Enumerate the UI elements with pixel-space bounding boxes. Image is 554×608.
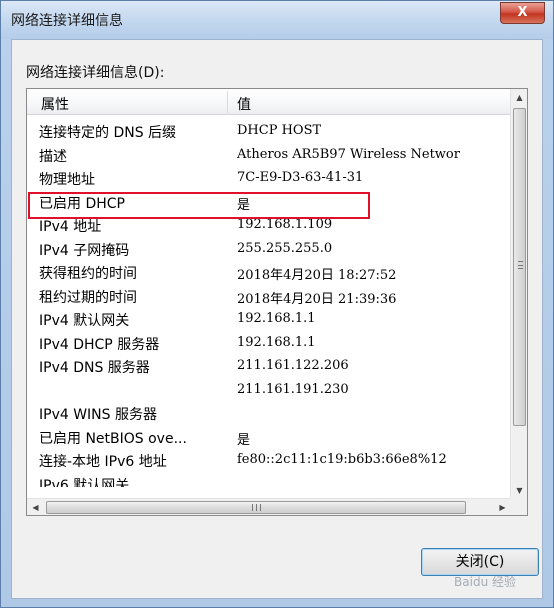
- list-item[interactable]: 描述 Atheros AR5B97 Wireless Networ: [27, 144, 511, 168]
- horizontal-scrollbar[interactable]: ◀ ▶: [27, 498, 511, 515]
- property-cell: 已启用 NetBIOS ove...: [39, 430, 187, 447]
- value-cell: 192.168.1.1: [237, 311, 316, 326]
- list-item[interactable]: 连接特定的 DNS 后缀 DHCP HOST: [27, 120, 511, 144]
- value-cell: 192.168.1.1: [237, 334, 316, 350]
- window-title: 网络连接详细信息: [11, 13, 123, 29]
- scroll-up-arrow-icon[interactable]: ▲: [511, 89, 527, 106]
- list-item[interactable]: IPv4 DNS 服务器 211.161.122.206: [27, 355, 511, 379]
- list-header: 属性 值: [27, 89, 511, 115]
- property-cell: IPv4 地址: [39, 219, 102, 235]
- grip-icon: [252, 504, 261, 511]
- dialog-window: 网络连接详细信息 X 网络连接详细信息(D): 属性 值 连接特定的 DNS 后…: [0, 0, 554, 608]
- list-item[interactable]: IPv4 WINS 服务器: [27, 402, 511, 426]
- list-item[interactable]: 物理地址 7C-E9-D3-63-41-31: [27, 167, 511, 191]
- list-item[interactable]: IPv4 地址 192.168.1.109: [27, 214, 511, 238]
- window-close-button[interactable]: X: [500, 2, 545, 24]
- list-item[interactable]: IPv4 DHCP 服务器 192.168.1.1: [27, 332, 511, 356]
- property-cell: 已启用 DHCP: [39, 195, 125, 212]
- list-item[interactable]: 已启用 NetBIOS ove... 是: [27, 426, 511, 450]
- value-cell: fe80::2c11:1c19:b6b3:66e8%12: [237, 452, 447, 467]
- value-cell: 2018年4月20日 21:39:36: [237, 291, 397, 307]
- property-cell: 物理地址: [39, 172, 95, 188]
- value-cell: Atheros AR5B97 Wireless Networ: [237, 146, 460, 162]
- details-label: 网络连接详细信息(D):: [26, 65, 165, 81]
- property-cell: IPv6 默认网关: [39, 477, 130, 487]
- list-item[interactable]: 连接-本地 IPv6 地址 fe80::2c11:1c19:b6b3:66e8%1…: [27, 449, 511, 473]
- list-rows: 连接特定的 DNS 后缀 DHCP HOST 描述 Atheros AR5B97 Wi…: [27, 120, 511, 487]
- value-cell: 是: [237, 432, 251, 448]
- property-cell: 连接特定的 DNS 后缀: [39, 125, 177, 141]
- property-cell: 获得租约的时间: [39, 266, 137, 282]
- list-item[interactable]: IPv6 默认网关: [27, 473, 511, 487]
- horizontal-scroll-thumb[interactable]: [46, 501, 466, 514]
- property-cell: IPv4 子网掩码: [39, 242, 130, 259]
- list-item[interactable]: 租约过期的时间 2018年4月20日 21:39:36: [27, 285, 511, 309]
- details-list[interactable]: 属性 值 连接特定的 DNS 后缀 DHCP HOST 描述 Atheros AR5B…: [26, 88, 528, 516]
- property-cell: 描述: [39, 148, 67, 165]
- column-separator[interactable]: [227, 91, 228, 113]
- value-cell: 192.168.1.109: [237, 217, 333, 232]
- dialog-client-area: 网络连接详细信息(D): 属性 值 连接特定的 DNS 后缀 DHCP HOST 描…: [11, 39, 543, 599]
- vertical-scrollbar[interactable]: ▲ ▼: [510, 89, 527, 499]
- value-cell: 7C-E9-D3-63-41-31: [237, 170, 364, 185]
- list-item[interactable]: 211.161.191.230: [27, 379, 511, 403]
- property-cell: 连接-本地 IPv6 地址: [39, 454, 167, 470]
- value-cell: 211.161.191.230: [237, 381, 349, 397]
- vertical-scroll-thumb[interactable]: [513, 108, 526, 426]
- close-icon: X: [517, 5, 528, 20]
- list-item[interactable]: IPv4 子网掩码 255.255.255.0: [27, 238, 511, 262]
- column-header-value[interactable]: 值: [237, 94, 251, 114]
- property-cell: IPv4 默认网关: [39, 313, 130, 329]
- value-cell: 255.255.255.0: [237, 240, 333, 256]
- column-header-property[interactable]: 属性: [41, 94, 69, 114]
- property-cell: 租约过期的时间: [39, 289, 137, 306]
- value-cell: 是: [237, 197, 251, 213]
- grip-icon: [518, 261, 523, 269]
- scroll-left-arrow-icon[interactable]: ◀: [27, 499, 44, 515]
- list-item[interactable]: 获得租约的时间 2018年4月20日 18:27:52: [27, 261, 511, 285]
- list-item[interactable]: 已启用 DHCP 是: [27, 191, 511, 215]
- title-bar[interactable]: 网络连接详细信息 X: [1, 1, 553, 39]
- list-item[interactable]: IPv4 默认网关 192.168.1.1: [27, 308, 511, 332]
- property-cell: IPv4 DNS 服务器: [39, 360, 150, 376]
- close-button[interactable]: 关闭(C): [421, 548, 539, 576]
- scrollbar-corner: [510, 498, 527, 515]
- scroll-down-arrow-icon[interactable]: ▼: [511, 482, 527, 499]
- value-cell: DHCP HOST: [237, 123, 322, 138]
- watermark: Baidu 经验: [454, 575, 516, 589]
- value-cell: 2018年4月20日 18:27:52: [237, 268, 397, 283]
- value-cell: 211.161.122.206: [237, 358, 349, 373]
- scroll-right-arrow-icon[interactable]: ▶: [494, 499, 511, 515]
- property-cell: IPv4 DHCP 服务器: [39, 336, 160, 353]
- property-cell: IPv4 WINS 服务器: [39, 407, 157, 423]
